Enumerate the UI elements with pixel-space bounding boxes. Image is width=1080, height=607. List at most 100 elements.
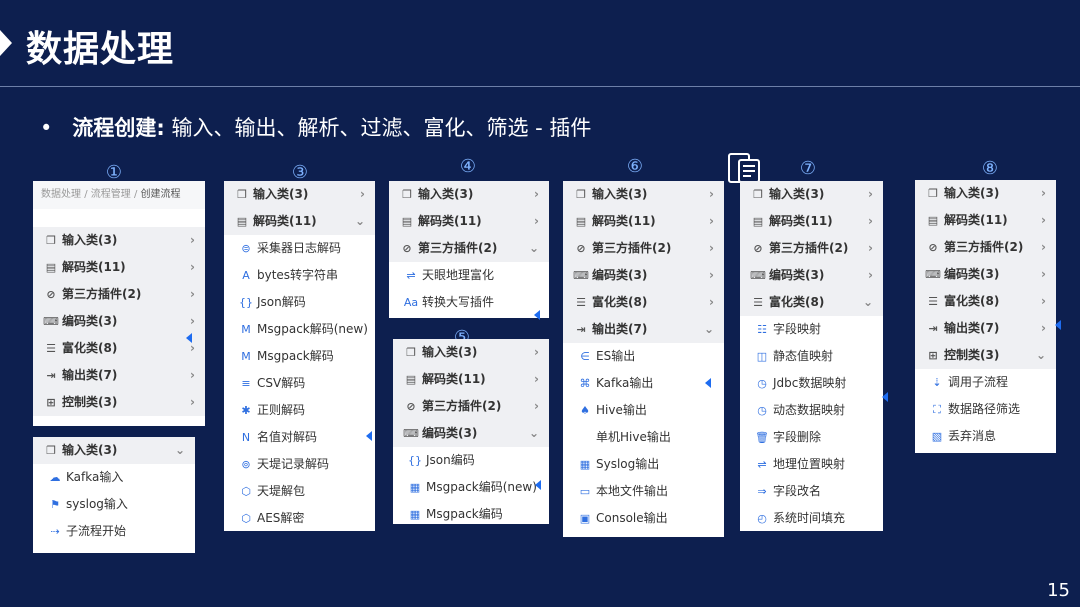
menu-item[interactable]: M Msgpack解码(new) — [224, 316, 375, 343]
collapse-triangle-icon[interactable] — [1055, 320, 1061, 330]
collapse-triangle-icon[interactable] — [366, 431, 372, 441]
menu-item[interactable]: ▧ 丢弃消息 — [915, 423, 1056, 450]
menu-item[interactable]: ⬡ AES解密 — [224, 505, 375, 531]
group-control[interactable]: ⊞ 控制类(3) › — [33, 389, 205, 416]
menu-item[interactable]: ◫ 静态值映射 — [740, 343, 883, 370]
group-enrich[interactable]: ☰ 富化类(8) ⌄ — [740, 289, 883, 316]
group-label: 解码类(11) — [944, 213, 1008, 227]
group-input[interactable]: ❐ 输入类(3) ⌄ — [33, 437, 195, 464]
chevron-right-icon: › — [190, 287, 195, 301]
group-decode[interactable]: ▤ 解码类(11) › — [33, 254, 205, 281]
group-output[interactable]: ⇥ 输出类(7) ⌄ — [563, 316, 724, 343]
menu-item[interactable]: ⇣ 调用子流程 — [915, 369, 1056, 396]
group-thirdparty[interactable]: ⊘ 第三方插件(2) ⌄ — [389, 235, 549, 262]
menu-item[interactable]: ♠ Hive输出 — [563, 397, 724, 424]
menu-item[interactable]: ▦ Msgpack编码(new) — [393, 474, 549, 501]
group-decode[interactable]: ▤ 解码类(11) › — [389, 208, 549, 235]
menu-item[interactable]: ✱ 正则解码 — [224, 397, 375, 424]
group-input[interactable]: ❐ 输入类(3) › — [389, 181, 549, 208]
bullet-text: 输入、输出、解析、过滤、富化、筛选 - 插件 — [164, 116, 592, 140]
group-thirdparty[interactable]: ⊘ 第三方插件(2) › — [33, 281, 205, 308]
group-label: 富化类(8) — [769, 295, 825, 309]
group-encode[interactable]: ⌨ 编码类(3) ⌄ — [393, 420, 549, 447]
menu-item[interactable]: ⚑ syslog输入 — [33, 491, 195, 518]
group-encode[interactable]: ⌨ 编码类(3) › — [915, 261, 1056, 288]
menu-item[interactable]: ∈ ES输出 — [563, 343, 724, 370]
collapse-triangle-icon[interactable] — [186, 333, 192, 343]
menu-item[interactable]: ▦ Msgpack编码 — [393, 501, 549, 524]
group-enrich[interactable]: ☰ 富化类(8) › — [915, 288, 1056, 315]
menu-item[interactable]: 🗑 字段删除 — [740, 424, 883, 451]
group-encode[interactable]: ⌨ 编码类(3) › — [740, 262, 883, 289]
collapse-triangle-icon[interactable] — [705, 378, 711, 388]
panel-1-menu: 数据处理 / 流程管理 / 创建流程 ❐ 输入类(3) › ▤ 解码类(11) › ⊘ 第… — [33, 181, 205, 426]
group-decode[interactable]: ▤ 解码类(11) › — [563, 208, 724, 235]
menu-item[interactable]: Abytes转字符串 — [224, 262, 375, 289]
collapse-triangle-icon[interactable] — [534, 310, 540, 320]
group-encode[interactable]: ⌨ 编码类(3) › — [33, 308, 205, 335]
group-output[interactable]: ⇥ 输出类(7) › — [33, 362, 205, 389]
group-decode[interactable]: ▤ 解码类(11) ⌄ — [224, 208, 375, 235]
menu-item[interactable]: ▣ Console输出 — [563, 505, 724, 532]
menu-item[interactable]: Aa 转换大写插件 — [389, 289, 549, 316]
menu-item[interactable]: N 名值对解码 — [224, 424, 375, 451]
menu-item[interactable]: ▦ Syslog输出 — [563, 451, 724, 478]
menu-item[interactable]: ☷ 字段映射 — [740, 316, 883, 343]
item-label: 字段改名 — [773, 484, 822, 498]
group-input[interactable]: ❐ 输入类(3) › — [224, 181, 375, 208]
menu-item[interactable]: ⊚ 天堤记录解码 — [224, 451, 375, 478]
group-decode[interactable]: ▤ 解码类(11) › — [740, 208, 883, 235]
item-label: 本地文件输出 — [596, 484, 669, 498]
group-decode[interactable]: ▤ 解码类(11) › — [393, 366, 549, 393]
group-control[interactable]: ⊞ 控制类(3) ⌄ — [915, 342, 1056, 369]
menu-item[interactable]: ≡ CSV解码 — [224, 370, 375, 397]
group-label: 富化类(8) — [944, 294, 1000, 308]
chevron-right-icon: › — [1041, 294, 1046, 308]
group-input[interactable]: ❐ 输入类(3) › — [563, 181, 724, 208]
group-thirdparty[interactable]: ⊘ 第三方插件(2) › — [915, 234, 1056, 261]
menu-item[interactable]: M Msgpack解码 — [224, 343, 375, 370]
group-enrich[interactable]: ☰ 富化类(8) › — [563, 289, 724, 316]
menu-item[interactable]: ⇢ 子流程开始 — [33, 518, 195, 545]
group-enrich[interactable]: ☰ 富化类(8) › — [33, 335, 205, 362]
menu-item[interactable]: ⇌ 地理位置映射 — [740, 451, 883, 478]
menu-item[interactable]: ◴ 系统时间填充 — [740, 505, 883, 531]
menu-item[interactable]: ⌘ Kafka输出 — [563, 370, 724, 397]
collapse-triangle-icon[interactable] — [535, 480, 541, 490]
group-decode[interactable]: ▤ 解码类(11) › — [915, 207, 1056, 234]
menu-item[interactable]: ◷ Jdbc数据映射 — [740, 370, 883, 397]
group-encode[interactable]: ⌨ 编码类(3) › — [563, 262, 724, 289]
group-label: 解码类(11) — [592, 214, 656, 228]
menu-item[interactable]: {} Json编码 — [393, 447, 549, 474]
subflow-icon: ⇢ — [50, 525, 60, 538]
group-input[interactable]: ❐ 输入类(3) › — [915, 180, 1056, 207]
item-label: 采集器日志解码 — [257, 241, 342, 255]
menu-item[interactable]: {} Json解码 — [224, 289, 375, 316]
menu-item[interactable]: ◷ 动态数据映射 — [740, 397, 883, 424]
flag-icon: ⚑ — [50, 498, 60, 511]
group-input[interactable]: ❐ 输入类(3) › — [740, 181, 883, 208]
panel-number-6: ⑥ — [626, 156, 644, 177]
item-label: Jdbc数据映射 — [773, 376, 847, 390]
control-icon: ⊞ — [928, 349, 938, 362]
group-input[interactable]: ❐ 输入类(3) › — [33, 227, 205, 254]
group-thirdparty[interactable]: ⊘ 第三方插件(2) › — [393, 393, 549, 420]
breadcrumb-item[interactable]: 数据处理 — [41, 189, 81, 200]
chevron-right-icon: › — [534, 187, 539, 201]
menu-item[interactable]: ⛶ 数据路径筛选 — [915, 396, 1056, 423]
group-thirdparty[interactable]: ⊘ 第三方插件(2) › — [563, 235, 724, 262]
menu-item[interactable]: ⇌ 天眼地理富化 — [389, 262, 549, 289]
menu-item[interactable]: 单机Hive输出 — [563, 424, 724, 451]
menu-item[interactable]: ⬡ 天堤解包 — [224, 478, 375, 505]
link-icon: ⊘ — [928, 241, 938, 254]
group-output[interactable]: ⇥ 输出类(7) › — [915, 315, 1056, 342]
menu-item[interactable]: ⊜ 采集器日志解码 — [224, 235, 375, 262]
group-input[interactable]: ❐ 输入类(3) › — [393, 339, 549, 366]
collapse-triangle-icon[interactable] — [882, 392, 888, 402]
menu-item[interactable]: ☁ Kafka输入 — [33, 464, 195, 491]
breadcrumb-item[interactable]: 流程管理 — [91, 189, 131, 200]
chevron-right-icon: › — [709, 295, 714, 309]
group-thirdparty[interactable]: ⊘ 第三方插件(2) › — [740, 235, 883, 262]
menu-item[interactable]: ⇒ 字段改名 — [740, 478, 883, 505]
menu-item[interactable]: ▭ 本地文件输出 — [563, 478, 724, 505]
